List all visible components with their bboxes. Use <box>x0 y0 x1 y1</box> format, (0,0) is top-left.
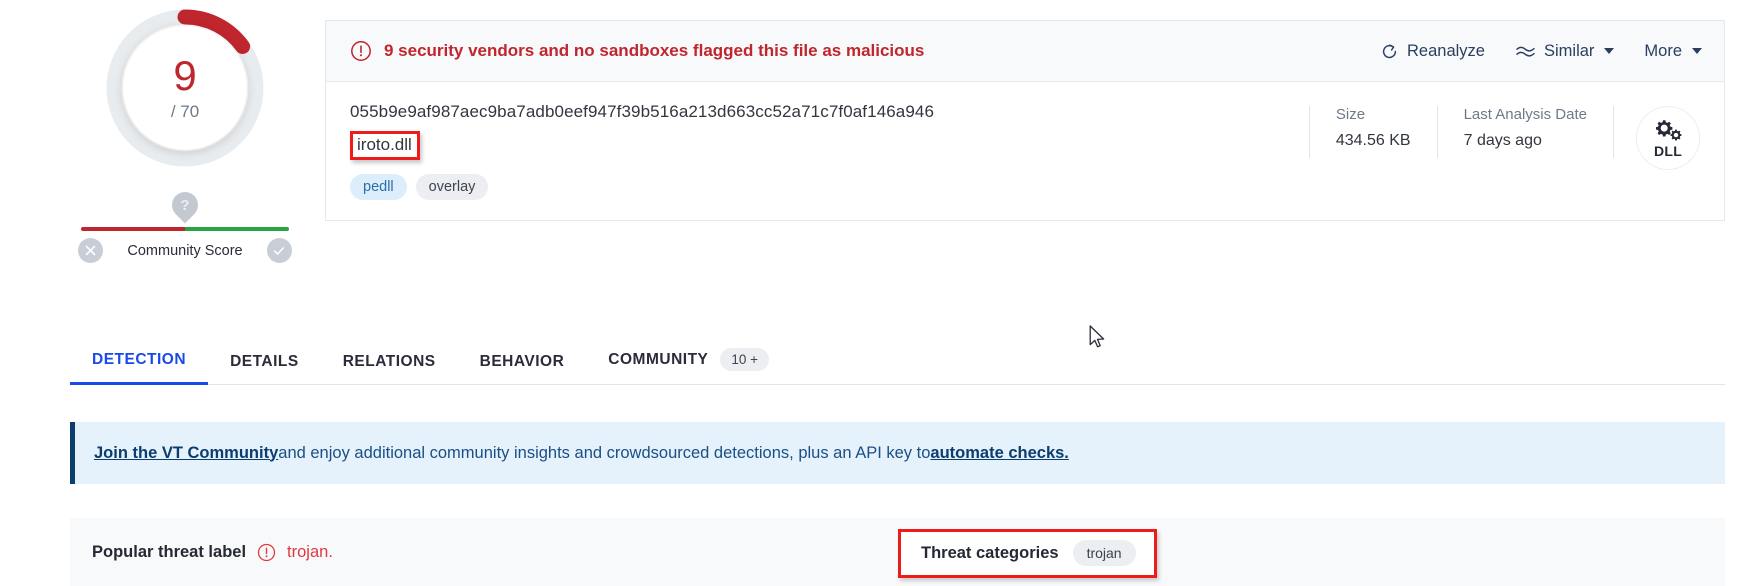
more-label: More <box>1644 41 1682 60</box>
tab-behavior[interactable]: BEHAVIOR <box>458 353 587 384</box>
tab-details-label: DETAILS <box>230 353 299 370</box>
tag-pedll[interactable]: pedll <box>350 174 407 200</box>
file-summary-card: 9 security vendors and no sandboxes flag… <box>325 20 1725 221</box>
file-hash[interactable]: 055b9e9af987aec9ba7adb0eef947f39b516a213… <box>350 102 1309 122</box>
file-type-icon-wrap: DLL <box>1636 106 1700 170</box>
tab-community-label: COMMUNITY <box>608 350 709 368</box>
file-tags: pedll overlay <box>350 174 1309 200</box>
alert-message-group: 9 security vendors and no sandboxes flag… <box>350 40 1380 62</box>
check-circle-icon <box>274 246 285 255</box>
detection-total: / 70 <box>170 101 200 121</box>
popular-threat-label-group: Popular threat label trojan. <box>70 543 333 562</box>
file-type-label: DLL <box>1653 142 1683 159</box>
community-score-label: Community Score <box>127 242 243 259</box>
threat-categories-annotation: Threat categories trojan <box>898 529 1157 578</box>
gears-icon <box>1656 119 1682 140</box>
meta-size: Size 434.56 KB <box>1308 106 1437 158</box>
pin-question-glyph: ? <box>180 196 190 214</box>
exclamation-circle-icon <box>257 543 276 561</box>
upvote-button[interactable] <box>266 238 292 263</box>
virustotal-file-report: 9 / 70 ? Community Score 9 security vend… <box>0 0 1749 586</box>
tab-community[interactable]: COMMUNITY 10 + <box>586 348 791 384</box>
similar-button[interactable]: Similar <box>1515 41 1615 61</box>
gauge-center: 9 / 70 <box>123 26 247 150</box>
chevron-down-icon <box>1604 48 1615 54</box>
exclamation-circle-icon <box>351 41 371 61</box>
card-actions: Reanalyze Similar More <box>1380 42 1702 61</box>
tag-overlay[interactable]: overlay <box>415 174 489 200</box>
meta-last-analysis-label: Last Analysis Date <box>1463 106 1587 123</box>
community-score-bar <box>81 227 289 231</box>
meta-size-label: Size <box>1335 106 1366 123</box>
tab-behavior-label: BEHAVIOR <box>479 353 565 370</box>
threat-summary-row: Popular threat label trojan. Threat cate… <box>70 518 1725 586</box>
file-name-annotation: iroto.dll <box>350 131 420 160</box>
community-banner: Join the VT Community and enjoy addition… <box>70 422 1725 484</box>
malicious-alert-bar: 9 security vendors and no sandboxes flag… <box>326 21 1724 82</box>
community-score-row: Community Score <box>78 238 292 263</box>
popular-threat-label-title: Popular threat label <box>92 542 247 561</box>
chevron-down-icon <box>1692 48 1702 54</box>
file-identity-block: 055b9e9af987aec9ba7adb0eef947f39b516a213… <box>350 102 1309 200</box>
tab-details[interactable]: DETAILS <box>208 353 321 384</box>
tab-community-badge: 10 + <box>720 348 770 371</box>
meta-last-analysis-value: 7 days ago <box>1463 132 1542 149</box>
alert-text: 9 security vendors and no sandboxes flag… <box>384 41 925 60</box>
tab-detection[interactable]: DETECTION <box>70 351 209 385</box>
similar-waves-icon <box>1516 46 1535 57</box>
tab-relations[interactable]: RELATIONS <box>321 353 458 384</box>
threat-categories-title: Threat categories <box>921 543 1059 562</box>
tab-relations-label: RELATIONS <box>342 353 436 370</box>
more-button[interactable]: More <box>1644 42 1702 61</box>
threat-category-trojan[interactable]: trojan <box>1072 540 1136 566</box>
detection-count: 9 <box>173 51 197 99</box>
report-tabs: DETECTION DETAILS RELATIONS BEHAVIOR COM… <box>70 348 1725 385</box>
join-vt-community-link[interactable]: Join the VT Community <box>94 444 278 463</box>
reanalyze-button[interactable]: Reanalyze <box>1380 42 1485 61</box>
tab-detection-label: DETECTION <box>92 351 187 368</box>
community-score-pin-icon: ? <box>166 186 204 224</box>
arrow-cursor <box>1089 325 1105 348</box>
refresh-icon <box>1382 43 1397 58</box>
reanalyze-label: Reanalyze <box>1407 41 1485 60</box>
banner-middle-text: and enjoy additional community insights … <box>278 443 931 462</box>
x-circle-icon <box>85 245 96 256</box>
popular-threat-value: trojan. <box>287 542 333 561</box>
meta-divider <box>1613 106 1614 158</box>
similar-label: Similar <box>1543 41 1595 60</box>
downvote-button[interactable] <box>78 238 103 263</box>
detection-gauge: 9 / 70 <box>105 8 265 168</box>
file-meta-block: Size 434.56 KB Last Analysis Date 7 days… <box>1308 102 1702 200</box>
file-details-body: 055b9e9af987aec9ba7adb0eef947f39b516a213… <box>326 82 1724 220</box>
meta-size-value: 434.56 KB <box>1335 132 1411 149</box>
automate-checks-link[interactable]: automate checks. <box>930 444 1068 463</box>
detection-score-panel: 9 / 70 ? Community Score <box>70 8 300 263</box>
file-name[interactable]: iroto.dll <box>350 131 420 160</box>
meta-last-analysis: Last Analysis Date 7 days ago <box>1436 106 1613 158</box>
